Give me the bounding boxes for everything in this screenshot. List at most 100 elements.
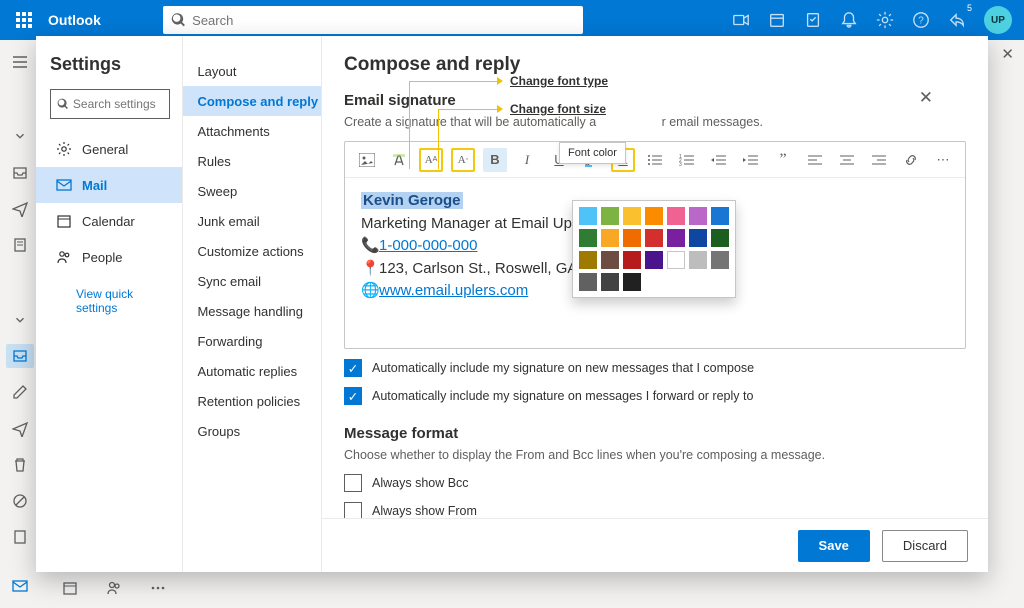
indent-button[interactable] <box>739 148 763 172</box>
bottom-people-icon[interactable] <box>106 580 122 601</box>
rail-menu-icon[interactable] <box>6 50 34 74</box>
color-swatch[interactable] <box>579 229 597 247</box>
avatar[interactable]: UP <box>984 6 1012 34</box>
color-swatch[interactable] <box>711 251 729 269</box>
globe-icon: 🌐 <box>361 280 375 303</box>
discard-button[interactable]: Discard <box>882 530 968 562</box>
settings-icon[interactable] <box>876 11 894 29</box>
font-family-button[interactable] <box>387 148 411 172</box>
color-swatch[interactable] <box>623 251 641 269</box>
rail-chevron2-icon[interactable] <box>6 308 34 332</box>
color-swatch[interactable] <box>667 207 685 225</box>
tasks-icon[interactable] <box>804 11 822 29</box>
rail-send-icon[interactable] <box>6 416 34 440</box>
menu-customize[interactable]: Customize actions <box>183 236 321 266</box>
color-swatch[interactable] <box>579 251 597 269</box>
more-options-button[interactable]: ⋯ <box>931 148 955 172</box>
menu-sweep[interactable]: Sweep <box>183 176 321 206</box>
settings-search-input[interactable] <box>73 97 164 111</box>
color-swatch[interactable] <box>667 251 685 269</box>
menu-forwarding[interactable]: Forwarding <box>183 326 321 356</box>
header-actions: ? 5 UP <box>732 6 1024 34</box>
view-quick-settings-link[interactable]: View quick settings <box>76 287 170 315</box>
menu-rules[interactable]: Rules <box>183 146 321 176</box>
link-button[interactable] <box>899 148 923 172</box>
signature-phone: 1-000-000-000 <box>379 237 477 254</box>
shrink-font-button[interactable]: A◦ <box>451 148 475 172</box>
color-swatch[interactable] <box>645 229 663 247</box>
color-swatch[interactable] <box>601 229 619 247</box>
nav-calendar[interactable]: Calendar <box>50 203 170 239</box>
rail-archive-icon[interactable] <box>6 344 34 368</box>
color-swatch[interactable] <box>689 251 707 269</box>
rail-edit-icon[interactable] <box>6 380 34 404</box>
bottom-more-icon[interactable] <box>150 580 166 601</box>
menu-sync[interactable]: Sync email <box>183 266 321 296</box>
align-right-button[interactable] <box>867 148 891 172</box>
nav-label: General <box>82 142 128 157</box>
checkbox-input[interactable]: ✓ <box>344 359 362 377</box>
menu-junk[interactable]: Junk email <box>183 206 321 236</box>
nav-mail[interactable]: Mail <box>36 167 182 203</box>
color-swatch[interactable] <box>645 251 663 269</box>
color-swatch[interactable] <box>689 207 707 225</box>
settings-search[interactable] <box>50 89 170 119</box>
color-swatch[interactable] <box>623 207 641 225</box>
color-swatch[interactable] <box>667 229 685 247</box>
color-swatch[interactable] <box>601 251 619 269</box>
color-swatch[interactable] <box>579 207 597 225</box>
rail-tag-icon[interactable] <box>6 525 34 549</box>
align-left-button[interactable] <box>803 148 827 172</box>
menu-layout[interactable]: Layout <box>183 56 321 86</box>
grow-font-button[interactable]: AA <box>419 148 443 172</box>
italic-button[interactable]: I <box>515 148 539 172</box>
save-button[interactable]: Save <box>798 530 870 562</box>
color-swatch[interactable] <box>579 273 597 291</box>
meet-now-icon[interactable] <box>732 11 750 29</box>
color-swatch[interactable] <box>623 273 641 291</box>
menu-retention[interactable]: Retention policies <box>183 386 321 416</box>
menu-autoreply[interactable]: Automatic replies <box>183 356 321 386</box>
insert-image-button[interactable] <box>355 148 379 172</box>
nav-general[interactable]: General <box>50 131 170 167</box>
help-icon[interactable]: ? <box>912 11 930 29</box>
outdent-button[interactable] <box>707 148 731 172</box>
rail-drafts-icon[interactable] <box>6 233 34 257</box>
panel-close-icon[interactable]: ✕ <box>1001 45 1014 63</box>
app-launcher-icon[interactable] <box>8 12 40 28</box>
menu-groups[interactable]: Groups <box>183 416 321 446</box>
checkbox-label: Always show Bcc <box>372 476 469 490</box>
align-center-button[interactable] <box>835 148 859 172</box>
rail-mail-icon[interactable] <box>6 574 34 598</box>
rail-block-icon[interactable] <box>6 489 34 513</box>
notifications-icon[interactable] <box>840 11 858 29</box>
page-title: Compose and reply <box>344 54 966 76</box>
color-swatch[interactable] <box>689 229 707 247</box>
menu-handling[interactable]: Message handling <box>183 296 321 326</box>
color-swatch[interactable] <box>711 229 729 247</box>
global-search[interactable] <box>163 6 583 34</box>
menu-compose-reply[interactable]: Compose and reply <box>183 86 321 116</box>
number-list-button[interactable]: 123 <box>675 148 699 172</box>
bullet-list-button[interactable] <box>643 148 667 172</box>
menu-attachments[interactable]: Attachments <box>183 116 321 146</box>
calendar-icon[interactable] <box>768 11 786 29</box>
color-swatch[interactable] <box>623 229 641 247</box>
checkbox-input[interactable] <box>344 502 362 518</box>
rail-inbox-icon[interactable] <box>6 161 34 185</box>
rail-delete-icon[interactable] <box>6 453 34 477</box>
nav-people[interactable]: People <box>50 239 170 275</box>
color-swatch[interactable] <box>645 207 663 225</box>
color-swatch[interactable] <box>601 207 619 225</box>
checkbox-input[interactable]: ✓ <box>344 387 362 405</box>
color-swatch[interactable] <box>711 207 729 225</box>
whatsnew-icon[interactable]: 5 <box>948 11 966 29</box>
bold-button[interactable]: B <box>483 148 507 172</box>
color-swatch[interactable] <box>601 273 619 291</box>
checkbox-input[interactable] <box>344 474 362 492</box>
global-search-input[interactable] <box>192 13 575 28</box>
rail-sent-icon[interactable] <box>6 197 34 221</box>
quote-button[interactable]: ” <box>771 148 795 172</box>
rail-chevron-icon[interactable] <box>6 124 34 148</box>
bottom-calendar-icon[interactable] <box>62 580 78 601</box>
